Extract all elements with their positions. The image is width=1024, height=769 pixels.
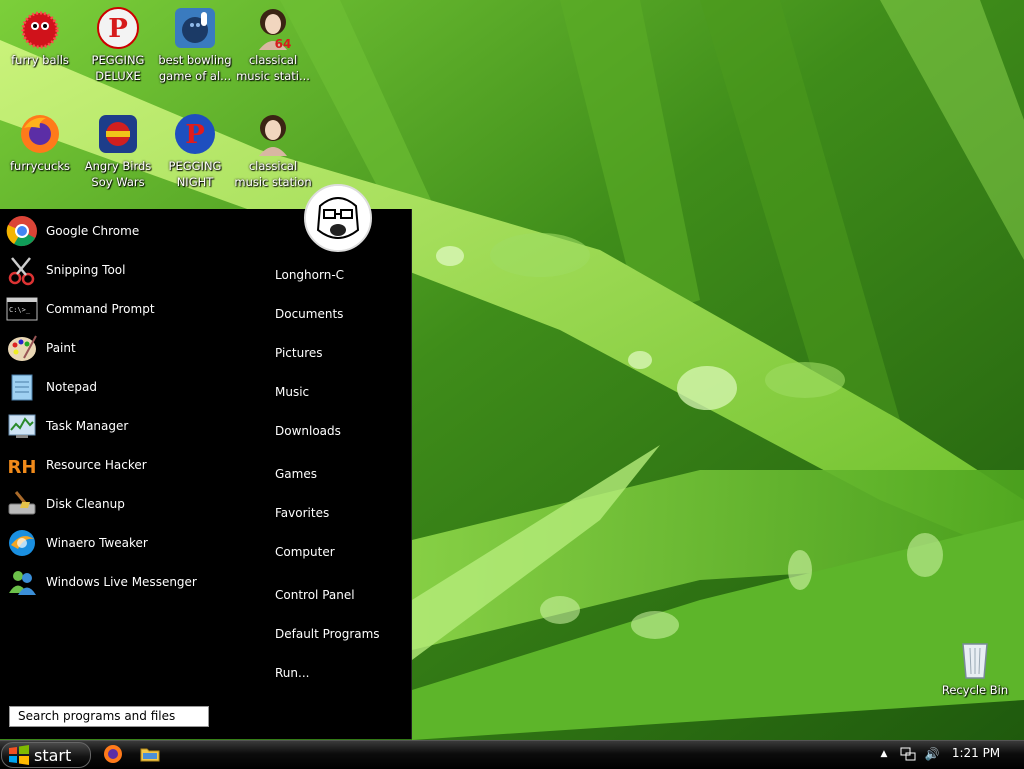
user-account-picture[interactable] [304, 184, 372, 252]
pegging-p-icon: P [97, 7, 139, 49]
start-button-label: start [34, 745, 72, 765]
start-place-computer[interactable]: Computer [275, 543, 335, 561]
program-label: Disk Cleanup [46, 497, 125, 511]
desktop-icon-recycle-bin[interactable]: Recycle Bin [935, 636, 1015, 698]
desktop-icon-label: Recycle Bin [941, 683, 1009, 697]
svg-text:P: P [108, 14, 128, 44]
svg-text:P: P [185, 120, 205, 150]
terminal-icon: C:\>_ [6, 297, 38, 321]
recycle-bin-icon [962, 643, 988, 679]
disk-cleanup-icon [8, 491, 36, 515]
program-label: Winaero Tweaker [46, 536, 148, 550]
tray-overflow-arrow-icon[interactable]: ▲ [876, 746, 892, 762]
desktop-icon-label: furry balls [11, 53, 69, 67]
start-place-default-programs[interactable]: Default Programs [275, 625, 380, 643]
furry-ball-icon [21, 11, 59, 49]
program-label: Command Prompt [46, 302, 155, 316]
program-label: Paint [46, 341, 76, 355]
start-place-favorites[interactable]: Favorites [275, 504, 329, 522]
start-program-resource-hacker[interactable]: RH Resource Hacker [6, 447, 256, 483]
desktop-icon-label: best bowling game of al... [158, 53, 232, 83]
program-label: Notepad [46, 380, 97, 394]
icon-badge: 64 [275, 37, 292, 50]
desktop-icon-label: PEGGING NIGHT [168, 159, 222, 189]
start-program-snipping-tool[interactable]: Snipping Tool [6, 252, 256, 288]
desktop-icon-furry-balls[interactable]: furry balls [0, 6, 80, 68]
program-label: Task Manager [46, 419, 129, 433]
start-place-documents[interactable]: Documents [275, 305, 343, 323]
desktop-icon-best-bowling[interactable]: best bowling game of al... [155, 6, 235, 84]
cmd-glyph: C:\>_ [9, 306, 31, 314]
rh-glyph: RH [8, 457, 37, 478]
desktop-icon-pegging-night[interactable]: P PEGGING NIGHT [155, 112, 235, 190]
desktop-icon-angry-birds-soy-wars[interactable]: Angry Birds Soy Wars [78, 112, 158, 190]
start-program-google-chrome[interactable]: Google Chrome [6, 213, 256, 249]
desktop-icon-label: Angry Birds Soy Wars [84, 159, 152, 189]
desktop-icon-classical-music-station-1[interactable]: 64 classical music stati... [233, 6, 313, 84]
start-program-command-prompt[interactable]: C:\>_ Command Prompt [6, 291, 256, 327]
start-program-task-manager[interactable]: Task Manager [6, 408, 256, 444]
start-button[interactable]: start [1, 742, 91, 768]
start-place-games[interactable]: Games [275, 465, 317, 483]
resource-hacker-icon: RH [8, 457, 37, 478]
desktop-icon-label: classical music stati... [236, 53, 310, 83]
start-program-disk-cleanup[interactable]: Disk Cleanup [6, 486, 256, 522]
classical-portrait-icon [259, 115, 287, 156]
desktop-icon-label: classical music station [234, 159, 312, 189]
program-label: Windows Live Messenger [46, 575, 197, 589]
start-place-music[interactable]: Music [275, 383, 309, 401]
program-label: Google Chrome [46, 224, 140, 238]
start-search-input[interactable]: Search programs and files [9, 706, 209, 727]
start-program-winaero-tweaker[interactable]: Winaero Tweaker [6, 525, 256, 561]
taskbar-clock[interactable]: 1:21 PM [946, 746, 1006, 760]
start-menu: Google Chrome Snipping Tool C:\>_ Comman… [0, 209, 412, 739]
start-place-longhorn-c[interactable]: Longhorn-C [275, 266, 344, 284]
program-label: Snipping Tool [46, 263, 126, 277]
desktop-icon-label: PEGGING DELUXE [91, 53, 145, 83]
pegging-night-icon: P [175, 114, 215, 154]
messenger-icon [9, 571, 36, 595]
user-avatar-icon [306, 186, 370, 250]
desktop-icon-label: furrycucks [10, 159, 70, 173]
start-place-run[interactable]: Run... [275, 664, 309, 682]
taskbar-folder-icon[interactable] [140, 744, 160, 764]
palette-icon [8, 335, 37, 361]
start-place-pictures[interactable]: Pictures [275, 344, 323, 362]
winaero-icon [9, 530, 35, 556]
firefox-icon [21, 115, 59, 153]
desktop-icon-classical-music-station-2[interactable]: classical music station [233, 112, 313, 190]
scissors-icon [8, 257, 35, 286]
taskbar-firefox-icon[interactable] [103, 744, 123, 764]
start-program-paint[interactable]: Paint [6, 330, 256, 366]
network-icon[interactable] [900, 746, 916, 762]
program-label: Resource Hacker [46, 458, 147, 472]
start-program-windows-live-messenger[interactable]: Windows Live Messenger [6, 564, 256, 600]
classical-portrait-icon: 64 [259, 9, 292, 50]
start-program-notepad[interactable]: Notepad [6, 369, 256, 405]
bowling-icon [175, 8, 215, 48]
start-place-downloads[interactable]: Downloads [275, 422, 341, 440]
notepad-icon [11, 374, 33, 401]
chrome-icon [6, 216, 37, 247]
start-place-control-panel[interactable]: Control Panel [275, 586, 355, 604]
windows-logo-icon [9, 745, 29, 765]
angry-birds-star-wars-icon [99, 115, 137, 153]
desktop-icon-pegging-deluxe[interactable]: P PEGGING DELUXE [78, 6, 158, 84]
desktop-icon-furrycucks[interactable]: furrycucks [0, 112, 80, 174]
volume-icon[interactable]: 🔊 [924, 746, 940, 762]
task-manager-icon [8, 414, 36, 438]
